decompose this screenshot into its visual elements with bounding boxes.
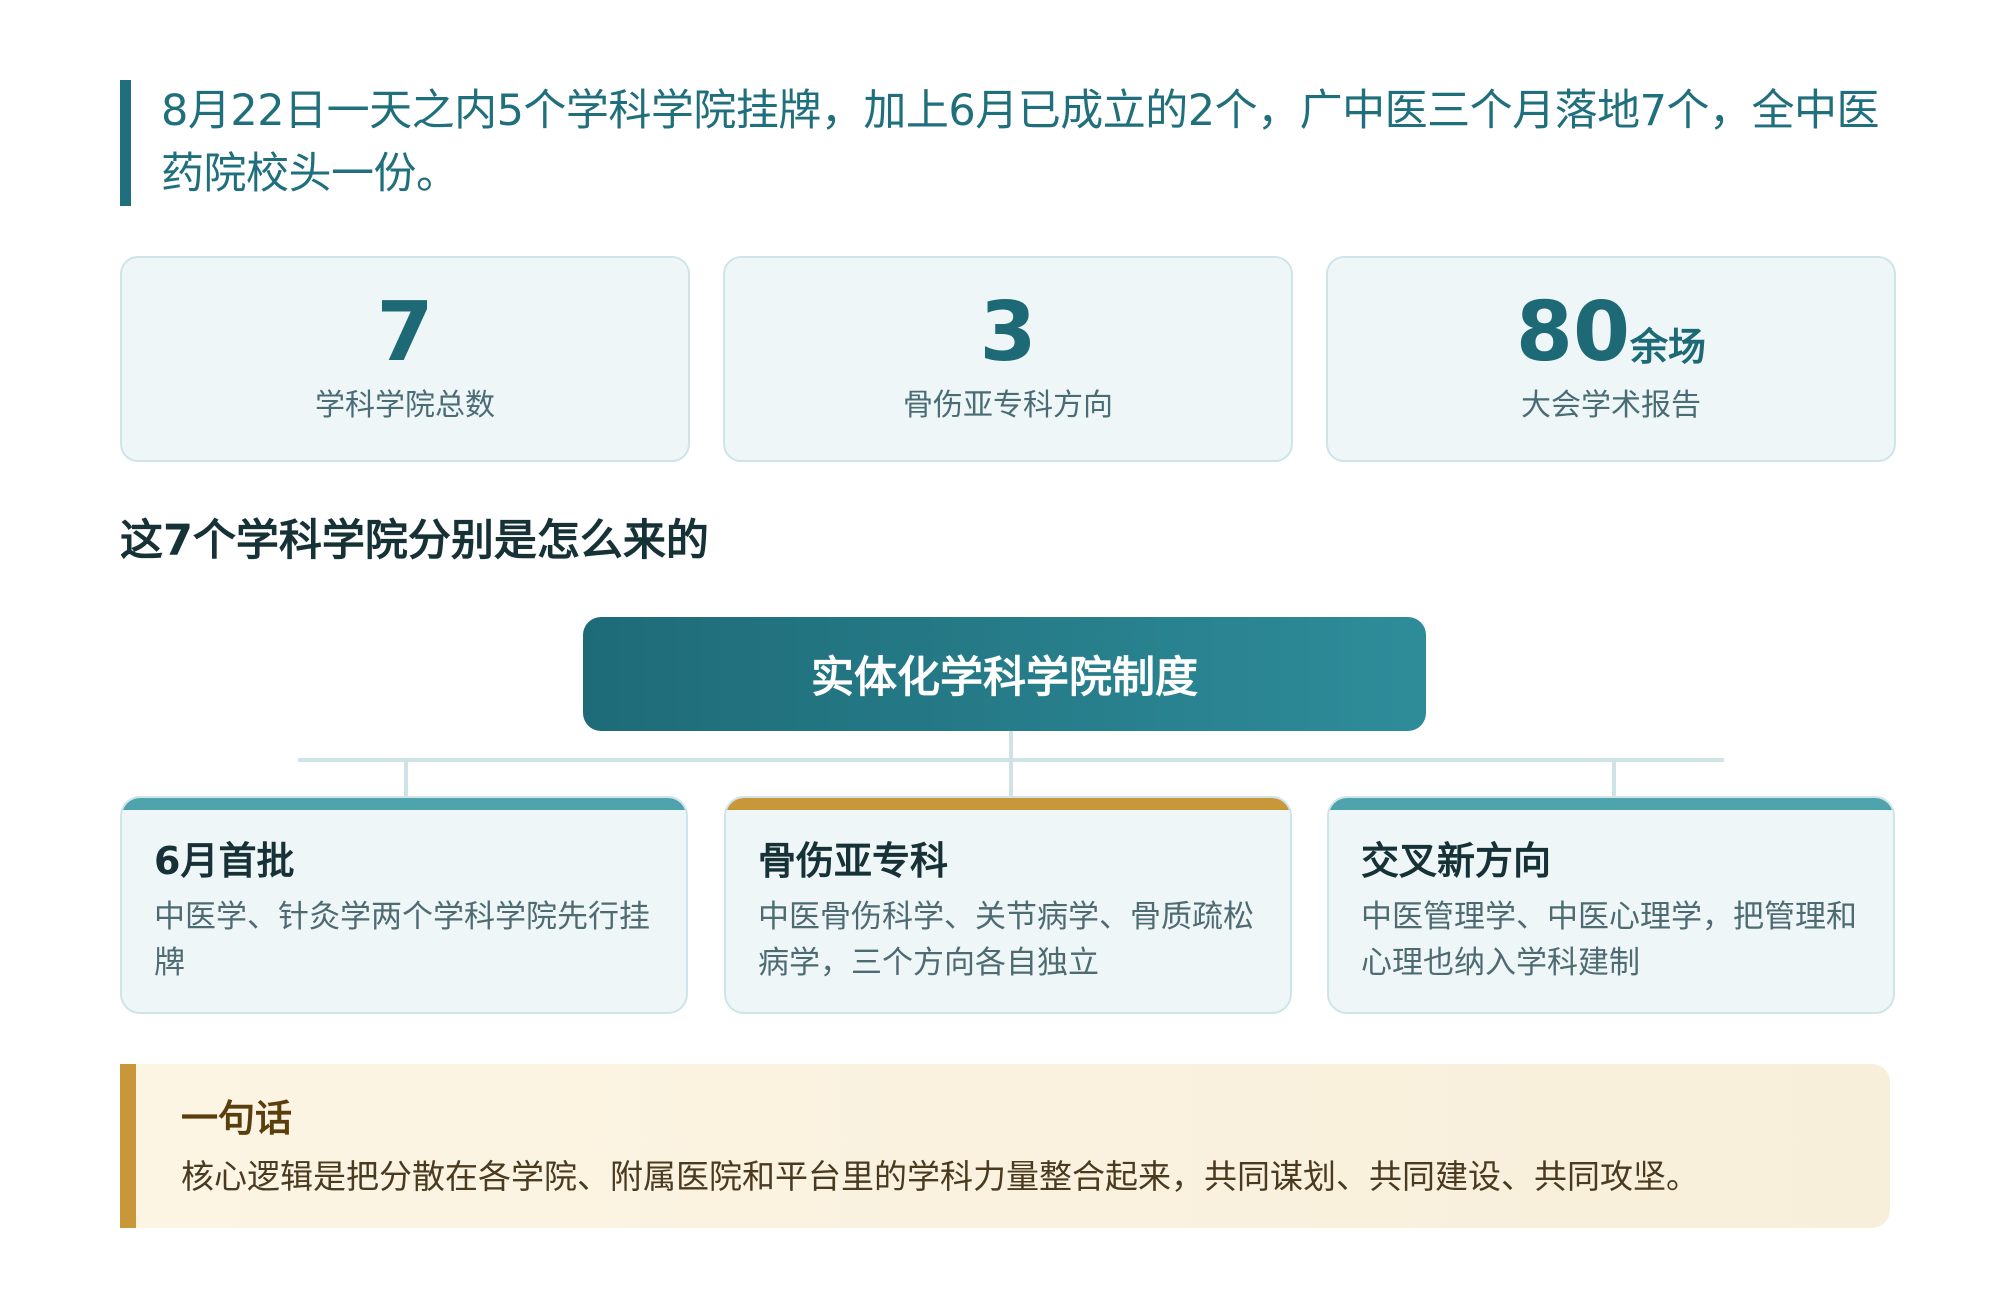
- branch-accent-bar: [726, 798, 1290, 810]
- connector-horizontal: [298, 758, 1724, 762]
- stat-card-academic-reports: 80余场 大会学术报告: [1326, 256, 1896, 462]
- intro-quote: 8月22日一天之内5个学科学院挂牌，加上6月已成立的2个，广中医三个月落地7个，…: [120, 80, 1880, 206]
- stat-label: 大会学术报告: [1521, 388, 1701, 423]
- branch-description: 中医管理学、中医心理学，把管理和心理也纳入学科建制: [1361, 899, 1857, 981]
- stat-card-total-colleges: 7 学科学院总数: [120, 256, 690, 462]
- stat-label: 学科学院总数: [315, 388, 495, 423]
- stats-row: 7 学科学院总数 3 骨伤亚专科方向 80余场 大会学术报告: [120, 256, 1896, 462]
- stat-value: 7: [376, 285, 434, 380]
- branch-card-june-first: 6月首批 中医学、针灸学两个学科学院先行挂牌: [120, 796, 688, 1014]
- branch-card-orthopedic: 骨伤亚专科 中医骨伤科学、关节病学、骨质疏松病学，三个方向各自独立: [724, 796, 1292, 1014]
- diagram-root-node: 实体化学科学院制度: [583, 617, 1426, 731]
- stat-card-orthopedic-directions: 3 骨伤亚专科方向: [723, 256, 1293, 462]
- page: 8月22日一天之内5个学科学院挂牌，加上6月已成立的2个，广中医三个月落地7个，…: [0, 0, 2000, 1304]
- section-title: 这7个学科学院分别是怎么来的: [120, 516, 709, 566]
- callout-text: 核心逻辑是把分散在各学院、附属医院和平台里的学科力量整合起来，共同谋划、共同建设…: [181, 1157, 1699, 1196]
- branch-title: 骨伤亚专科: [758, 839, 949, 883]
- branch-title: 6月首批: [154, 839, 295, 883]
- branch-accent-bar: [1329, 798, 1893, 810]
- branch-card-interdisciplinary: 交叉新方向 中医管理学、中医心理学，把管理和心理也纳入学科建制: [1327, 796, 1895, 1014]
- stat-value: 3: [979, 285, 1037, 380]
- summary-callout: 一句话 核心逻辑是把分散在各学院、附属医院和平台里的学科力量整合起来，共同谋划、…: [120, 1064, 1890, 1228]
- intro-text: 8月22日一天之内5个学科学院挂牌，加上6月已成立的2个，广中医三个月落地7个，…: [161, 86, 1880, 199]
- stat-label: 骨伤亚专科方向: [903, 388, 1113, 423]
- branch-title: 交叉新方向: [1361, 839, 1552, 883]
- branch-description: 中医学、针灸学两个学科学院先行挂牌: [154, 899, 650, 981]
- branch-description: 中医骨伤科学、关节病学、骨质疏松病学，三个方向各自独立: [758, 899, 1254, 981]
- stat-value: 80余场: [1515, 285, 1707, 380]
- branch-accent-bar: [122, 798, 686, 810]
- callout-title: 一句话: [181, 1097, 292, 1140]
